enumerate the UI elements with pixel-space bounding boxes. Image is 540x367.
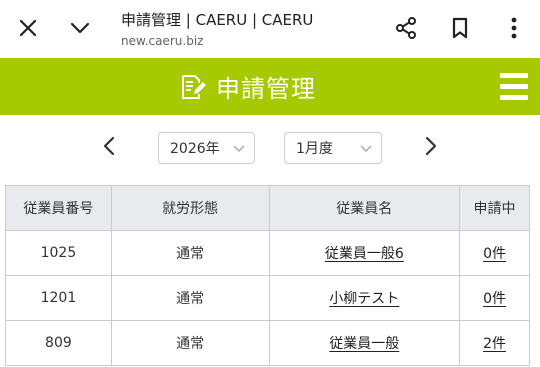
chevron-down-icon — [360, 145, 372, 153]
page-title: 申請管理 | CAERU | CAERU — [121, 11, 314, 29]
close-icon — [19, 19, 37, 37]
employee-name-link[interactable]: 従業員一般 — [329, 336, 399, 352]
pending-count-link[interactable]: 0件 — [483, 291, 506, 307]
table-row: 1201 通常 小柳テスト 0件 — [5, 275, 530, 321]
employee-name-cell: 従業員一般6 — [268, 230, 461, 276]
bookmark-icon — [452, 17, 468, 39]
column-header-employee-number: 従業員番号 — [5, 185, 112, 231]
year-select-value: 2026年 — [170, 141, 220, 157]
column-header-work-type: 就労形態 — [110, 185, 270, 231]
pending-cell: 0件 — [459, 230, 530, 276]
pending-count-link[interactable]: 2件 — [483, 336, 506, 352]
employee-table: 従業員番号 就労形態 従業員名 申請中 1025 通常 従業員一般6 0件 12… — [5, 185, 530, 366]
table-row: 809 通常 従業員一般 2件 — [5, 320, 530, 366]
more-vert-icon — [511, 17, 517, 39]
month-select[interactable]: 1月度 — [284, 132, 382, 164]
employee-name-link[interactable]: 従業員一般6 — [325, 246, 404, 262]
work-type-cell: 通常 — [110, 320, 270, 366]
page-url: new.caeru.biz — [121, 34, 204, 48]
table-row: 1025 通常 従業員一般6 0件 — [5, 230, 530, 276]
chevron-left-icon — [103, 136, 115, 156]
employee-name-cell: 小柳テスト — [268, 275, 461, 321]
pending-cell: 2件 — [459, 320, 530, 366]
collapse-button[interactable] — [60, 8, 100, 48]
pending-cell: 0件 — [459, 275, 530, 321]
chevron-down-icon — [70, 22, 90, 34]
work-type-cell: 通常 — [110, 230, 270, 276]
employee-name-cell: 従業員一般 — [268, 320, 461, 366]
year-select[interactable]: 2026年 — [158, 132, 255, 164]
column-header-pending: 申請中 — [459, 185, 530, 231]
employee-number-cell: 1201 — [5, 275, 112, 321]
previous-month-button[interactable] — [96, 132, 122, 160]
browser-toolbar: 申請管理 | CAERU | CAERU new.caeru.biz — [0, 0, 540, 58]
header-title-group: 申請管理 — [180, 58, 316, 115]
application-edit-icon — [182, 74, 206, 99]
share-icon — [396, 17, 416, 39]
more-options-button[interactable] — [494, 8, 534, 48]
chevron-right-icon — [425, 136, 437, 156]
employee-number-cell: 1025 — [5, 230, 112, 276]
employee-name-link[interactable]: 小柳テスト — [329, 291, 399, 307]
header-title: 申請管理 — [216, 75, 316, 103]
menu-button[interactable] — [500, 73, 528, 100]
bookmark-button[interactable] — [440, 8, 480, 48]
share-button[interactable] — [386, 8, 426, 48]
column-header-employee-name: 従業員名 — [268, 185, 461, 231]
table-header-row: 従業員番号 就労形態 従業員名 申請中 — [5, 185, 530, 231]
work-type-cell: 通常 — [110, 275, 270, 321]
hamburger-menu-icon — [500, 73, 528, 78]
month-select-value: 1月度 — [296, 141, 333, 157]
employee-number-cell: 809 — [5, 320, 112, 366]
app-header: 申請管理 — [0, 58, 540, 115]
chevron-down-icon — [233, 145, 245, 153]
close-button[interactable] — [8, 8, 48, 48]
next-month-button[interactable] — [418, 132, 444, 160]
pending-count-link[interactable]: 0件 — [483, 246, 506, 262]
